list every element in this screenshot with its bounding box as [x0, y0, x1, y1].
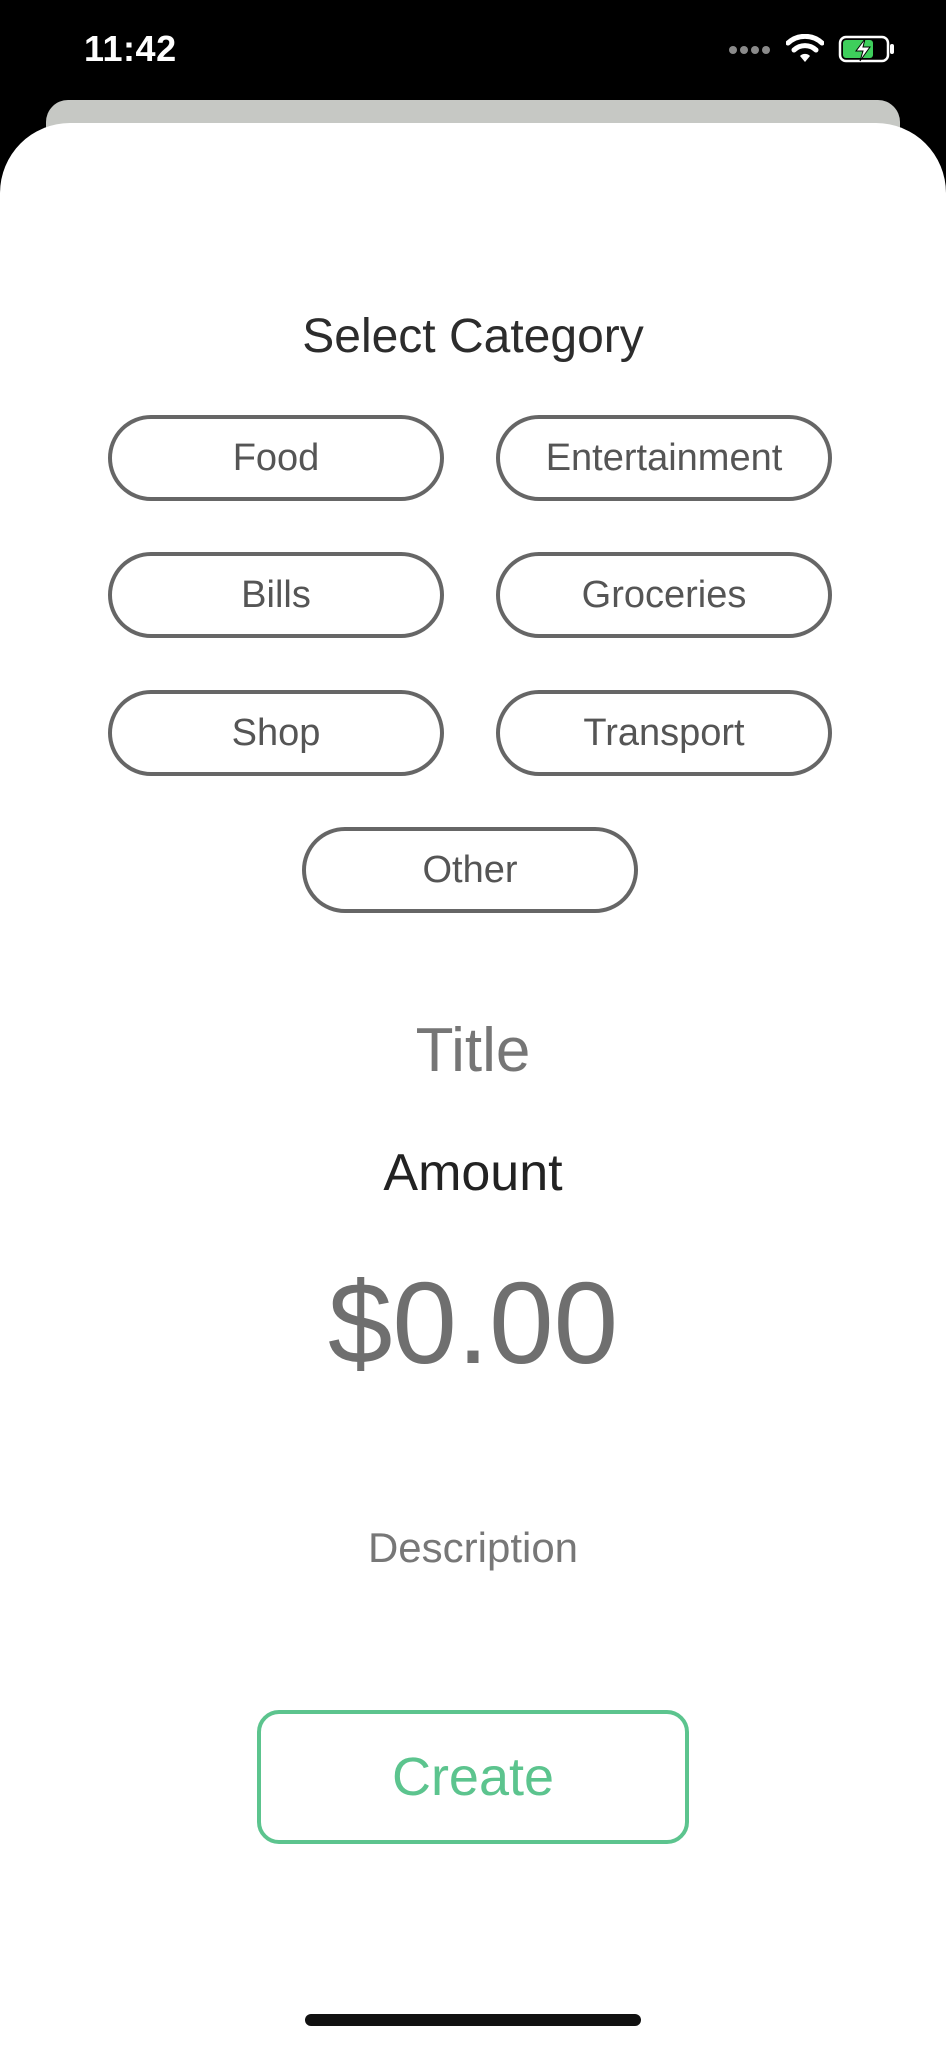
wifi-icon: [785, 33, 825, 69]
status-bar: 11:42: [0, 0, 946, 100]
cellular-dots-icon: [728, 42, 772, 60]
create-button[interactable]: Create: [257, 1710, 689, 1844]
title-input[interactable]: Title: [0, 1015, 946, 1087]
battery-charging-icon: [838, 35, 896, 68]
amount-input[interactable]: $0.00: [0, 1258, 946, 1388]
amount-label: Amount: [383, 1144, 563, 1202]
category-shop-button[interactable]: Shop: [108, 690, 444, 776]
description-input[interactable]: Description: [0, 1521, 946, 1575]
category-groceries-button[interactable]: Groceries: [496, 552, 832, 638]
category-other-button[interactable]: Other: [302, 827, 638, 913]
home-indicator: [305, 2014, 641, 2026]
category-food-button[interactable]: Food: [108, 415, 444, 501]
category-entertainment-button[interactable]: Entertainment: [496, 415, 832, 501]
status-icons: [728, 30, 896, 72]
status-time: 11:42: [84, 28, 177, 69]
category-transport-button[interactable]: Transport: [496, 690, 832, 776]
select-category-heading: Select Category: [302, 310, 644, 363]
category-bills-button[interactable]: Bills: [108, 552, 444, 638]
